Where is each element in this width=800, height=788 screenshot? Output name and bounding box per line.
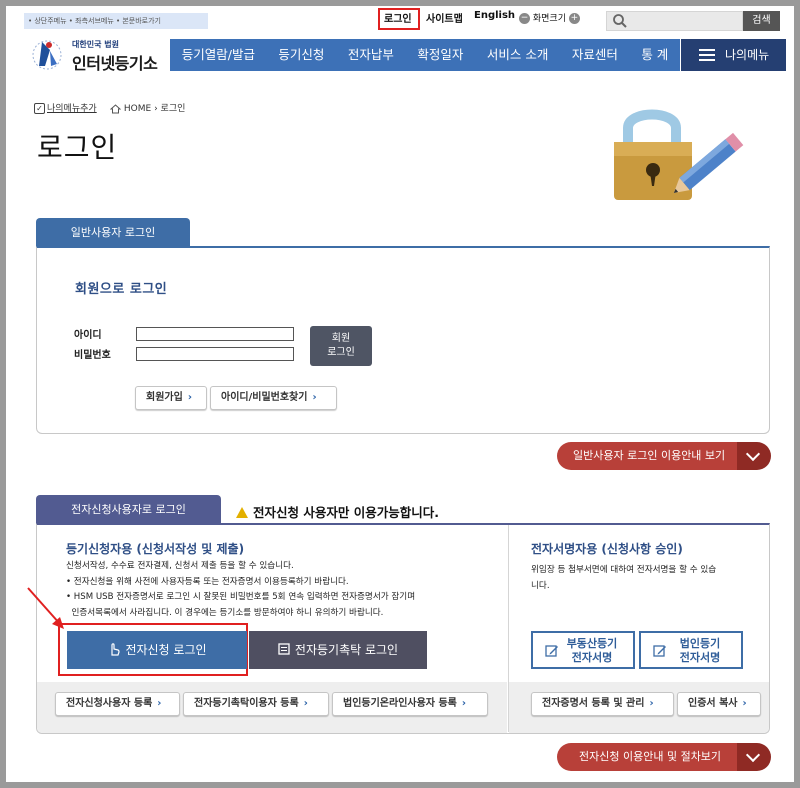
realty-e-sign-button[interactable]: 부동산등기 전자서명 xyxy=(531,631,635,669)
english-link[interactable]: English xyxy=(474,10,515,21)
breadcrumb-home[interactable]: HOME xyxy=(124,104,151,114)
certificate-copy-label: 인증서 복사 xyxy=(688,698,738,709)
signer-section-title: 전자서명자용 (신청사항 승인) xyxy=(531,542,683,556)
efile-login-button[interactable]: 전자신청 로그인 xyxy=(67,631,247,669)
registrant-section-title: 등기신청자용 (신청서작성 및 제출) xyxy=(66,542,245,556)
hamburger-icon xyxy=(699,49,715,61)
corp-online-register-label: 법인등기온라인사용자 등록 xyxy=(343,698,457,709)
chevron-right-icon: › xyxy=(157,698,162,709)
nav-item-resources[interactable]: 자료센터 xyxy=(560,39,629,71)
my-menu-button[interactable]: 나의메뉴 xyxy=(681,39,786,71)
warning-icon xyxy=(236,507,248,518)
find-button-label: 아이디/비밀번호찾기 xyxy=(221,392,308,403)
nav-item-statistics[interactable]: 통 계 xyxy=(630,39,680,71)
document-icon xyxy=(278,643,290,655)
certificate-manage-label: 전자증명서 등록 및 관리 xyxy=(542,698,645,709)
zoom-label: 화면크기 xyxy=(532,14,566,24)
member-login-button[interactable]: 회원 로그인 xyxy=(310,326,372,366)
efile-login-label: 전자신청 로그인 xyxy=(125,643,207,657)
e-commission-login-label: 전자등기촉탁 로그인 xyxy=(294,643,399,657)
efile-notice: 전자신청 사용자만 이용가능합니다. xyxy=(236,502,439,521)
chevron-right-icon: › xyxy=(649,698,654,709)
efile-guide-button[interactable]: 전자신청 이용안내 및 절차보기 xyxy=(557,743,737,771)
logo-name[interactable]: 인터넷등기소 xyxy=(72,50,158,74)
corporate-e-sign-line1: 법인등기 xyxy=(679,637,721,650)
login-link[interactable]: 로그인 xyxy=(384,10,412,25)
registrant-desc-line: 인증서목록에서 사라집니다. 이 경우에는 등기소를 방문하여야 하니 유의하기… xyxy=(66,607,384,618)
password-field[interactable] xyxy=(136,347,294,361)
search-button[interactable]: 검색 xyxy=(743,11,780,31)
tab-efile-login[interactable]: 전자신청사용자로 로그인 xyxy=(36,495,221,524)
registrant-desc-line: • 전자신청을 위해 사전에 사용자등록 또는 전자증명서 이용등록하기 바랍니… xyxy=(66,576,349,587)
sitemap-link[interactable]: 사이트맵 xyxy=(426,10,463,25)
join-button-label: 회원가입 xyxy=(146,392,183,403)
signer-desc-line: 니다. xyxy=(531,580,550,591)
hand-touch-icon xyxy=(111,643,121,656)
nav-item-view-issue[interactable]: 등기열람/발급 xyxy=(170,39,267,71)
member-login-title: 회원으로 로그인 xyxy=(75,282,168,297)
page-title: 로그인 xyxy=(37,131,118,164)
realty-e-sign-line2: 전자서명 xyxy=(571,651,613,664)
checkbox-icon: ✓ xyxy=(34,103,45,114)
efile-user-register-label: 전자신청사용자 등록 xyxy=(66,698,153,709)
signer-description: 위임장 등 첨부서면에 대하여 전자서명을 할 수 있습 니다. xyxy=(531,563,716,594)
signer-desc-line: 위임장 등 첨부서면에 대하여 전자서명을 할 수 있습 xyxy=(531,565,717,575)
tab-general-login[interactable]: 일반사용자 로그인 xyxy=(36,218,190,247)
realty-e-sign-line1: 부동산등기 xyxy=(566,637,618,650)
join-button[interactable]: 회원가입 › xyxy=(135,386,207,410)
add-my-menu-label: 나의메뉴추가 xyxy=(47,104,97,114)
edit-icon xyxy=(545,645,558,657)
chevron-right-icon: › xyxy=(312,392,317,403)
efile-user-register-button[interactable]: 전자신청사용자 등록 › xyxy=(55,692,180,716)
zoom-out-icon[interactable]: − xyxy=(519,13,530,24)
nav-item-services[interactable]: 서비스 소개 xyxy=(475,39,560,71)
add-my-menu[interactable]: ✓ 나의메뉴추가 xyxy=(34,101,97,114)
main-nav: 등기열람/발급 등기신청 전자납부 확정일자 서비스 소개 자료센터 통 계 xyxy=(170,39,680,71)
member-login-button-line2: 로그인 xyxy=(327,347,355,358)
home-icon xyxy=(110,103,121,113)
corporate-e-sign-line2: 전자서명 xyxy=(679,651,721,664)
registrant-desc-line: 신청서작성, 수수료 전자결제, 신청서 제출 등을 할 수 있습니다. xyxy=(66,561,294,571)
breadcrumb: HOME › 로그인 xyxy=(110,101,185,114)
e-commission-register-label: 전자등기촉탁이용자 등록 xyxy=(194,698,299,709)
id-label: 아이디 xyxy=(74,330,102,341)
zoom-in-icon[interactable]: + xyxy=(568,13,580,24)
nav-item-registration[interactable]: 등기신청 xyxy=(267,39,336,71)
certificate-copy-button[interactable]: 인증서 복사 › xyxy=(677,692,761,716)
registrant-description: 신청서작성, 수수료 전자결제, 신청서 제출 등을 할 수 있습니다. • 전… xyxy=(66,559,415,621)
skip-links[interactable]: • 상단주메뉴 • 좌측서브메뉴 • 본문바로가기 xyxy=(24,13,208,29)
chevron-down-icon[interactable] xyxy=(737,442,771,470)
chevron-right-icon: › xyxy=(461,698,467,709)
find-id-password-button[interactable]: 아이디/비밀번호찾기 › xyxy=(210,386,337,410)
nav-item-fixed-date[interactable]: 확정일자 xyxy=(406,39,475,71)
id-field[interactable] xyxy=(136,327,294,341)
chevron-right-icon: › xyxy=(303,698,308,709)
certificate-manage-button[interactable]: 전자증명서 등록 및 관리 › xyxy=(531,692,674,716)
corp-online-register-button[interactable]: 법인등기온라인사용자 등록 › xyxy=(332,692,488,716)
chevron-right-icon: › xyxy=(742,698,747,709)
breadcrumb-separator: › xyxy=(154,104,158,114)
member-login-button-line1: 회원 xyxy=(331,333,351,344)
chevron-right-icon: › xyxy=(187,392,192,403)
e-commission-login-button[interactable]: 전자등기촉탁 로그인 xyxy=(249,631,427,669)
efile-notice-text: 전자신청 사용자만 이용가능합니다. xyxy=(253,505,439,520)
lock-pencil-icon xyxy=(614,109,744,200)
zoom-control: − 화면크기 + xyxy=(519,11,580,24)
search-icon xyxy=(613,14,627,28)
breadcrumb-current: 로그인 xyxy=(160,104,186,114)
registrant-desc-line: • HSM USB 전자증명서로 로그인 시 잘못된 비밀번호를 5회 연속 입… xyxy=(66,592,416,602)
general-guide-button[interactable]: 일반사용자 로그인 이용안내 보기 xyxy=(557,442,737,470)
edit-icon xyxy=(653,645,666,657)
nav-item-payment[interactable]: 전자납부 xyxy=(336,39,405,71)
logo-org: 대한민국 법원 xyxy=(72,40,119,49)
chevron-down-icon[interactable] xyxy=(737,743,771,771)
password-label: 비밀번호 xyxy=(74,350,111,361)
e-commission-register-button[interactable]: 전자등기촉탁이용자 등록 › xyxy=(183,692,329,716)
corporate-e-sign-button[interactable]: 법인등기 전자서명 xyxy=(639,631,743,669)
